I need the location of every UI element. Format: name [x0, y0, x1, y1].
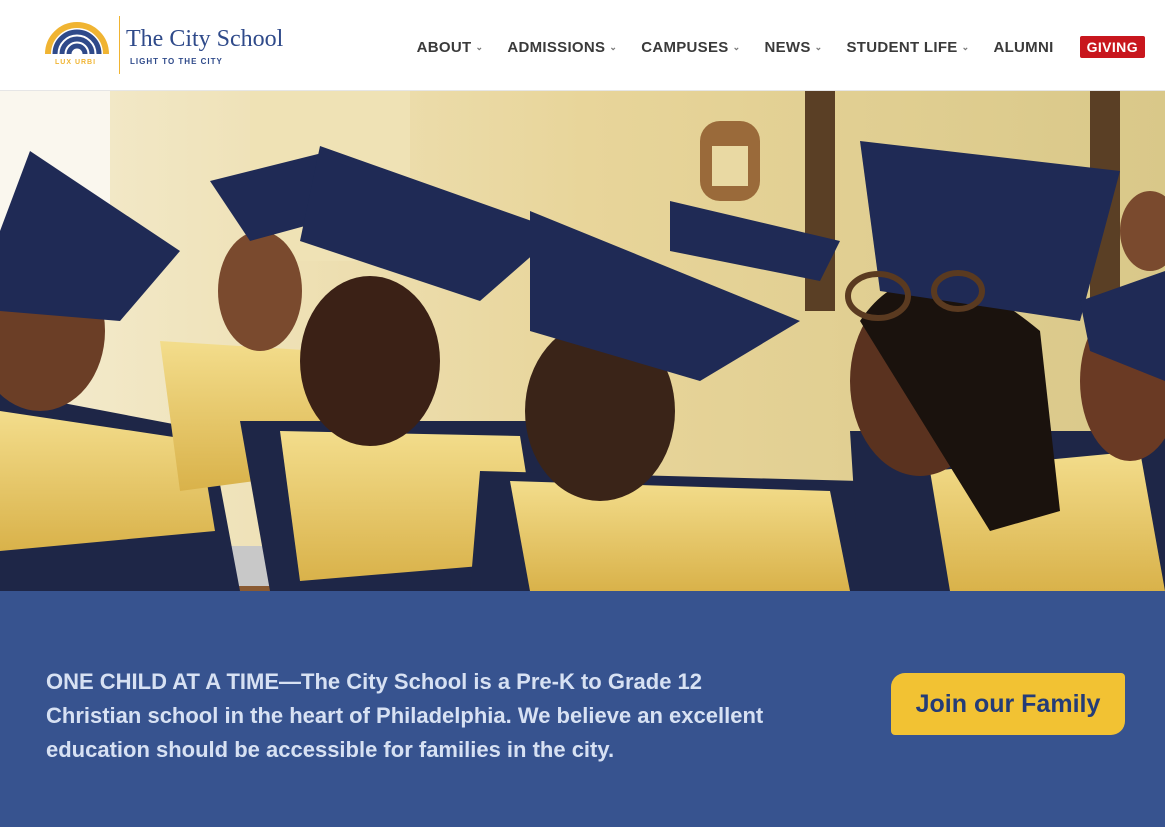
site-header: LUX URBI The City School LIGHT TO THE CI… — [0, 0, 1165, 91]
nav-campuses[interactable]: CAMPUSES ⌄ — [641, 39, 740, 56]
join-our-family-button[interactable]: Join our Family — [891, 673, 1125, 735]
logo-motto: LUX URBI — [55, 59, 97, 66]
chevron-down-icon: ⌄ — [475, 41, 484, 52]
chevron-down-icon: ⌄ — [609, 41, 618, 52]
nav-about-label: ABOUT — [416, 38, 472, 56]
logo-link[interactable]: LUX URBI The City School LIGHT TO THE CI… — [44, 14, 304, 76]
giving-button[interactable]: GIVING — [1079, 36, 1145, 58]
nav-news[interactable]: NEWS ⌄ — [764, 39, 822, 56]
nav-news-label: NEWS — [764, 38, 811, 56]
hero-image — [0, 91, 1165, 591]
nav-about[interactable]: ABOUT ⌄ — [417, 39, 484, 56]
chevron-down-icon: ⌄ — [732, 41, 741, 52]
chevron-down-icon: ⌄ — [961, 41, 970, 52]
logo-tagline: LIGHT TO THE CITY — [130, 57, 223, 66]
chevron-down-icon: ⌄ — [814, 41, 823, 52]
rainbow-arches-icon — [45, 22, 109, 55]
nav-student-life[interactable]: STUDENT LIFE ⌄ — [847, 39, 970, 56]
graduation-photo — [0, 91, 1165, 591]
logo-name: The City School — [126, 26, 284, 52]
nav-student-life-label: STUDENT LIFE — [846, 38, 958, 56]
main-nav: ABOUT ⌄ ADMISSIONS ⌄ CAMPUSES ⌄ NEWS ⌄ S… — [393, 36, 1145, 58]
nav-alumni-label: ALUMNI — [993, 38, 1054, 56]
nav-campuses-label: CAMPUSES — [641, 38, 729, 56]
mission-statement: ONE CHILD AT A TIME—The City School is a… — [46, 669, 764, 762]
nav-admissions-label: ADMISSIONS — [507, 38, 606, 56]
logo-divider — [119, 16, 120, 74]
nav-alumni[interactable]: ALUMNI — [993, 39, 1053, 56]
nav-admissions[interactable]: ADMISSIONS ⌄ — [507, 39, 617, 56]
mission-band: ONE CHILD AT A TIME—The City School is a… — [0, 591, 1165, 827]
